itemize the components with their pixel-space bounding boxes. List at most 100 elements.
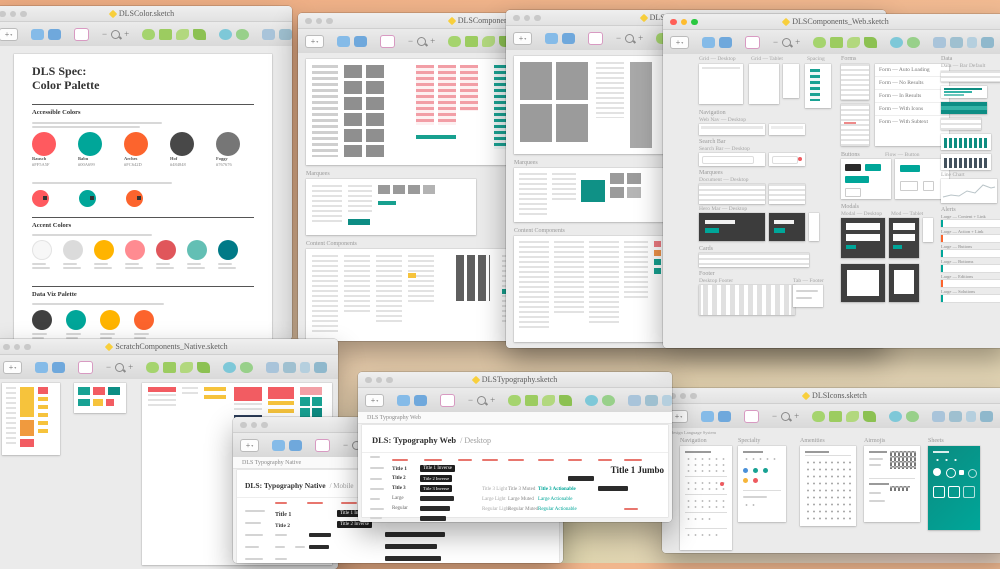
vector-tool-icon[interactable] — [236, 28, 250, 40]
group-icon[interactable] — [662, 394, 672, 406]
type-variant-actionable[interactable]: Title 3 Actionable — [538, 487, 576, 492]
union-icon[interactable] — [146, 361, 160, 373]
color-spec-page[interactable]: DLS Spec: Color Palette Accessible Color… — [14, 54, 272, 340]
footer-tablet-artboard[interactable] — [793, 285, 823, 307]
zoom-in-button[interactable]: + — [124, 29, 129, 39]
dark-button[interactable] — [845, 164, 861, 171]
typography-web-page[interactable]: DLS: Typography Web / Desktop Title 1 Ti… — [362, 425, 668, 521]
rotate-icon[interactable] — [315, 438, 330, 452]
rotate-icon[interactable] — [78, 360, 93, 374]
zoom-in-button[interactable]: + — [795, 37, 800, 47]
canvas[interactable]: DLS Typography Web DLS: Typography Web /… — [358, 412, 672, 522]
oval-tool-icon[interactable] — [889, 410, 903, 422]
union-icon[interactable] — [508, 394, 522, 406]
subtract-icon[interactable] — [159, 28, 173, 40]
difference-icon[interactable] — [863, 410, 877, 422]
swatch[interactable] — [216, 132, 240, 156]
canvas[interactable]: DLS Spec: Color Palette Accessible Color… — [0, 46, 292, 340]
search-field[interactable] — [702, 156, 754, 164]
send-backward-icon[interactable] — [279, 28, 292, 40]
minimize-button[interactable] — [523, 14, 530, 21]
zoom-out-button[interactable]: − — [408, 36, 413, 46]
insert-artboard-icon[interactable] — [289, 439, 302, 451]
outline-button[interactable] — [845, 188, 861, 197]
zoom-window-button[interactable] — [386, 376, 393, 383]
outline-button[interactable] — [900, 181, 918, 191]
insert-artboard-icon[interactable] — [52, 361, 65, 373]
zoom-out-button[interactable]: − — [468, 395, 473, 405]
insert-button[interactable]: + ▾ — [0, 27, 18, 41]
titlebar[interactable]: ScratchComponents_Native.sketch — [0, 339, 338, 355]
form-variants-list[interactable]: Form — Auto Loading Form — No Results Fo… — [875, 64, 949, 146]
union-icon[interactable] — [142, 28, 156, 40]
insert-artboard-icon[interactable] — [562, 32, 575, 44]
send-backward-icon[interactable] — [950, 36, 964, 48]
insert-artboard-icon[interactable] — [354, 35, 367, 47]
data-barchart-artboard[interactable] — [941, 154, 991, 170]
hero-desktop-artboard[interactable] — [699, 213, 765, 241]
bring-forward-icon[interactable] — [932, 410, 946, 422]
form-artboard[interactable] — [841, 64, 869, 100]
document-tablet-artboard[interactable] — [769, 184, 805, 204]
rotate-icon[interactable] — [440, 393, 455, 407]
search-field[interactable] — [772, 156, 798, 164]
minimize-button[interactable] — [9, 10, 16, 17]
data-bars-artboard[interactable] — [941, 86, 987, 98]
alert-row[interactable] — [941, 295, 1000, 302]
marquees-artboard[interactable] — [514, 168, 664, 222]
difference-icon[interactable] — [197, 361, 211, 373]
close-button[interactable] — [0, 10, 6, 17]
rotate-icon[interactable] — [380, 34, 395, 48]
swatch[interactable] — [218, 240, 238, 260]
swatch[interactable] — [78, 132, 102, 156]
union-icon[interactable] — [448, 35, 462, 47]
insert-artboard-icon[interactable] — [718, 410, 731, 422]
bring-forward-icon[interactable] — [628, 394, 642, 406]
send-backward-icon[interactable] — [949, 410, 963, 422]
alert-row[interactable] — [941, 235, 1000, 242]
zoom-in-button[interactable]: + — [638, 33, 643, 43]
vector-tool-icon[interactable] — [240, 361, 254, 373]
subtract-icon[interactable] — [829, 410, 843, 422]
zoom-window-button[interactable] — [24, 343, 31, 350]
zoom-window-button[interactable] — [326, 17, 333, 24]
rotate-icon[interactable] — [744, 409, 759, 423]
form-variant[interactable]: Form — With Subtext — [875, 116, 949, 128]
specialty-icons-artboard[interactable] — [738, 446, 786, 522]
swatch[interactable] — [134, 310, 154, 330]
type-variant-actionable[interactable]: Large Actionable — [538, 497, 572, 502]
intersect-icon[interactable] — [180, 361, 194, 373]
teal-button[interactable] — [845, 176, 869, 183]
group-icon[interactable] — [966, 410, 977, 422]
magnifier-icon[interactable] — [417, 36, 427, 46]
buttons-artboard[interactable] — [841, 159, 891, 199]
intersect-icon[interactable] — [847, 36, 861, 48]
subtract-icon[interactable] — [163, 361, 177, 373]
sheets-icons-artboard[interactable] — [928, 446, 980, 530]
insert-artboard-icon[interactable] — [414, 394, 427, 406]
union-icon[interactable] — [813, 36, 827, 48]
zoom-in-button[interactable]: + — [430, 36, 435, 46]
titlebar[interactable]: DLSTypography.sketch — [358, 372, 672, 388]
intersect-icon[interactable] — [846, 410, 860, 422]
zoom-in-button[interactable]: + — [128, 362, 133, 372]
marquee-grid-artboard[interactable] — [514, 56, 664, 154]
insert-symbol-icon[interactable] — [272, 439, 285, 451]
spacing-artboard[interactable] — [805, 64, 831, 108]
zoom-out-button[interactable]: − — [106, 362, 111, 372]
canvas[interactable]: Grid — Desktop Grid — Tablet Spacing Nav… — [663, 54, 1000, 348]
insert-button[interactable]: + ▾ — [670, 35, 689, 49]
grid-desktop-artboard[interactable] — [699, 64, 743, 104]
group-icon[interactable] — [967, 36, 978, 48]
zoom-in-button[interactable]: + — [490, 395, 495, 405]
insert-symbol-icon[interactable] — [701, 410, 714, 422]
magnifier-icon[interactable] — [782, 37, 792, 47]
subtract-icon[interactable] — [830, 36, 844, 48]
modal-artboard[interactable] — [841, 264, 885, 302]
bring-forward-icon[interactable] — [266, 361, 280, 373]
insert-button[interactable]: + ▾ — [3, 360, 22, 374]
swatch[interactable] — [32, 240, 52, 260]
subtract-icon[interactable] — [525, 394, 539, 406]
magnifier-icon[interactable] — [781, 411, 791, 421]
swatch[interactable] — [126, 190, 143, 207]
